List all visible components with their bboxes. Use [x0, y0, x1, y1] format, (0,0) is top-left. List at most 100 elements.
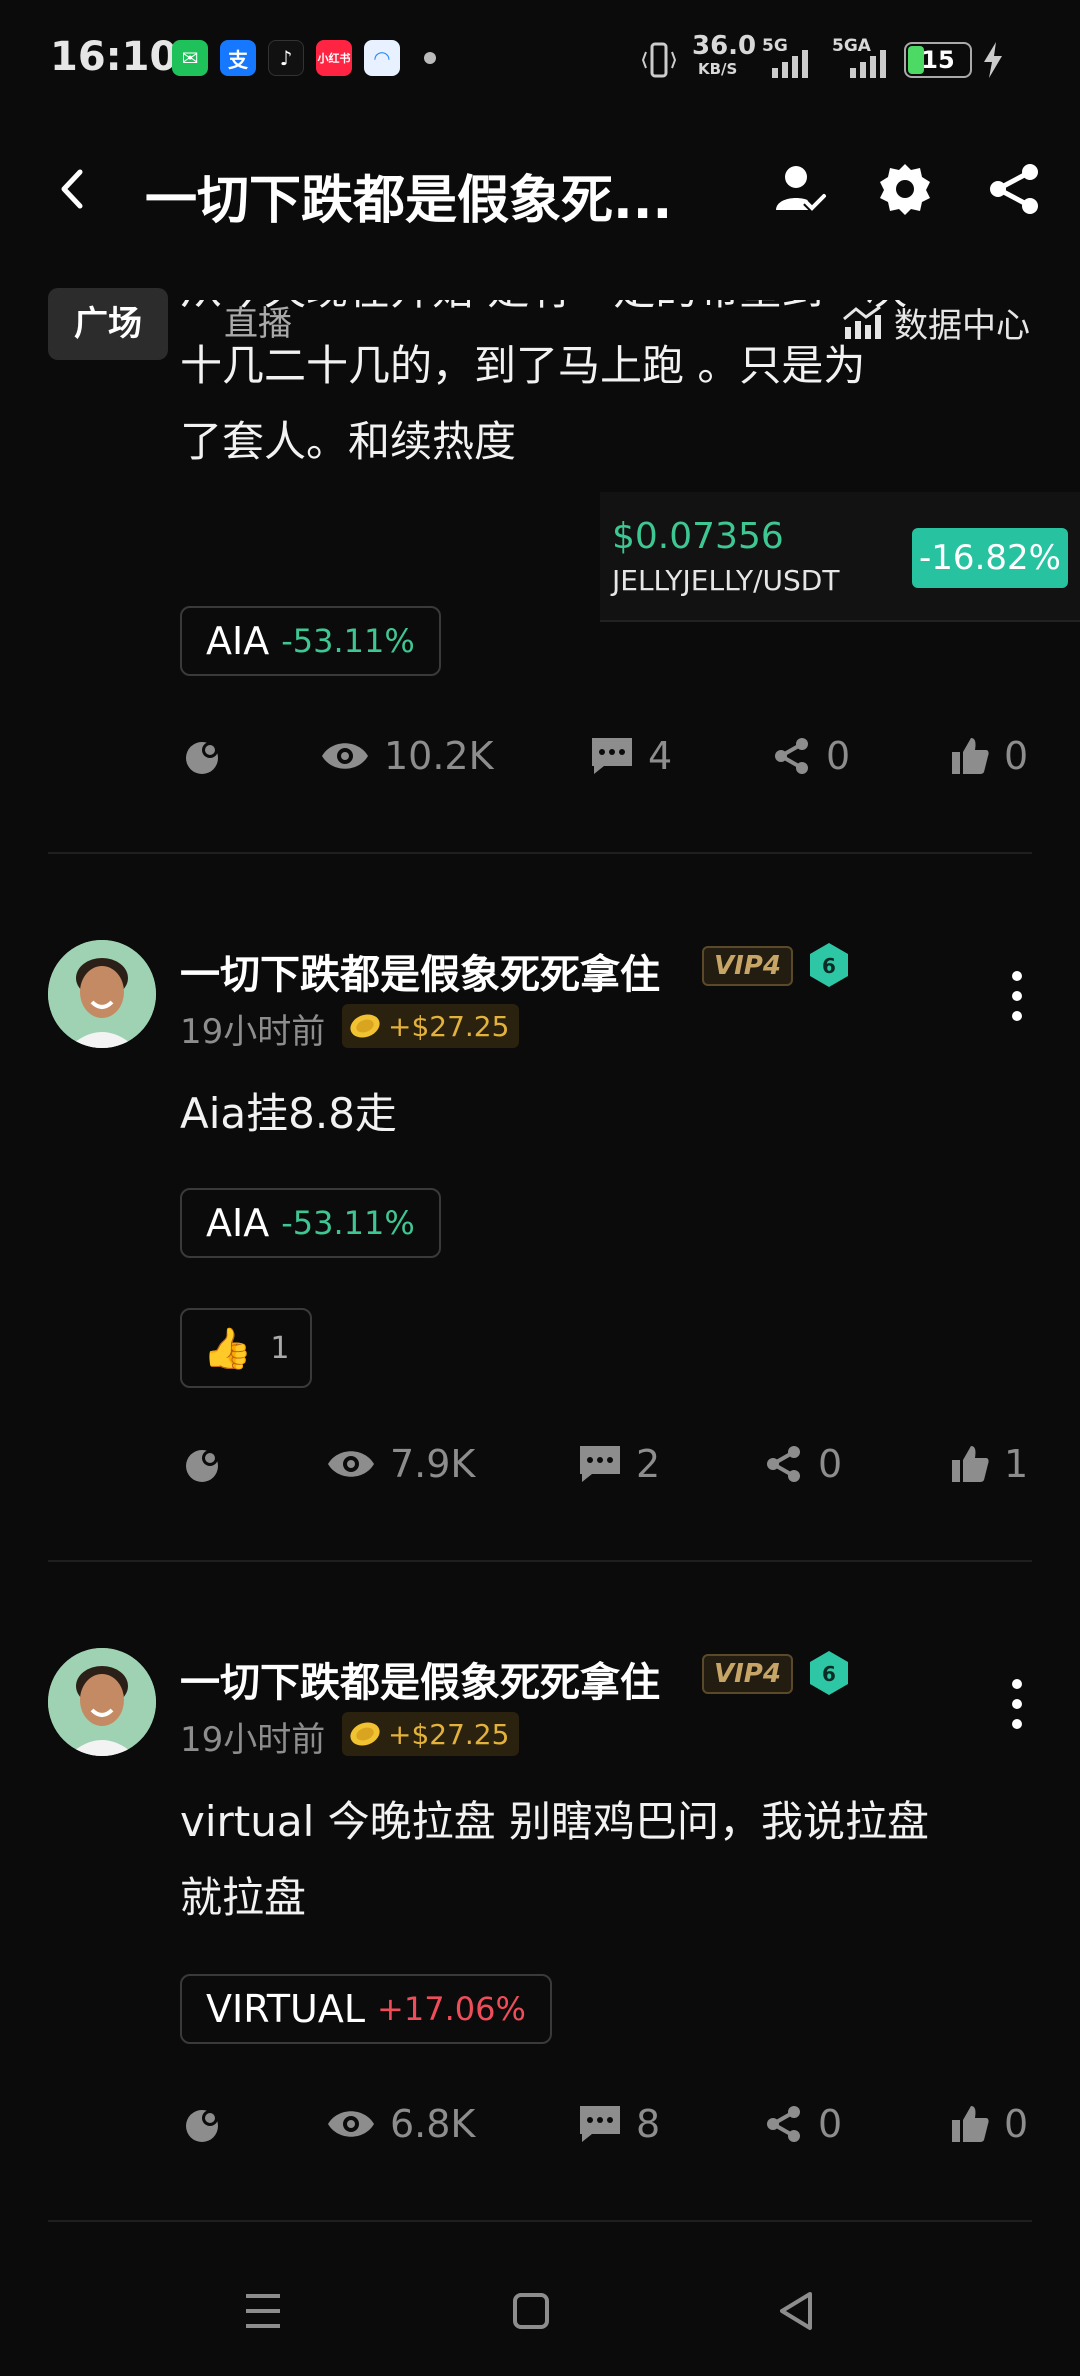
notification-dot-icon: [424, 52, 436, 64]
post-time: 19小时前: [180, 1720, 326, 1760]
earnings-value: +$27.25: [388, 1009, 510, 1043]
views-value: 6.8K: [390, 2102, 476, 2146]
share-icon: [767, 1446, 800, 1482]
views-count: 6.8K: [326, 2094, 475, 2154]
repost-icon: [186, 1450, 218, 1482]
token-chip[interactable]: AIA -53.11%: [180, 1188, 441, 1258]
likes-value: 1: [1004, 1442, 1029, 1486]
level-badge-icon: 6: [810, 1651, 848, 1695]
status-bar: 16:10 ✉ 支 ♪ 小红书 ◠ 36.0 KB/S 5G 5GA 15: [0, 0, 1080, 120]
token-symbol: VIRTUAL: [206, 1987, 366, 2031]
like-button[interactable]: 0: [950, 2094, 1028, 2154]
tab-bar: 广场 直播 数据中心: [0, 288, 1080, 362]
menu-icon[interactable]: [238, 2286, 288, 2336]
page-header: 一切下跌都是假象死...: [0, 140, 1080, 240]
share-icon: [775, 738, 808, 774]
page-title: 一切下跌都是假象死...: [145, 171, 673, 231]
ticker-pair: JELLYJELLY/USDT: [612, 564, 840, 597]
share-post-button[interactable]: 0: [764, 2094, 842, 2154]
settings-icon[interactable]: [876, 160, 934, 218]
avatar[interactable]: [48, 1648, 156, 1756]
views-count: 10.2K: [320, 726, 494, 786]
more-options-icon[interactable]: [1002, 966, 1032, 1026]
ticker-price: $0.07356: [612, 516, 784, 557]
comment-button[interactable]: 8: [578, 2094, 660, 2154]
repost-button[interactable]: [182, 2094, 226, 2154]
tab-live[interactable]: 直播: [198, 288, 318, 360]
thumbs-up-emoji-icon: 👍: [202, 1325, 253, 1372]
avatar-face-icon: [48, 1648, 156, 1756]
thumbs-up-icon: [952, 1446, 989, 1482]
system-nav-bar: [0, 2250, 1080, 2376]
reaction-chip[interactable]: 👍 1: [180, 1308, 312, 1388]
likes-value: 0: [1004, 734, 1029, 778]
like-button[interactable]: 0: [950, 726, 1028, 786]
chart-icon: [843, 305, 881, 339]
signal-icon: [772, 50, 808, 78]
data-center-button[interactable]: 数据中心: [842, 298, 1030, 347]
share-post-button[interactable]: 0: [772, 726, 850, 786]
post-3-line-1: virtual 今晚拉盘 别瞎鸡巴问，我说拉盘: [180, 1797, 929, 1846]
earnings-badge: +$27.25: [342, 1004, 520, 1048]
avatar-face-icon: [48, 940, 156, 1048]
post-3-stats: 6.8K 8 0 0: [0, 2094, 1080, 2154]
avatar[interactable]: [48, 940, 156, 1048]
home-icon[interactable]: [506, 2286, 556, 2336]
data-center-label: 数据中心: [894, 306, 1030, 346]
comment-icon: [580, 1446, 620, 1482]
more-options-icon[interactable]: [1002, 1674, 1032, 1734]
browser-icon: ◠: [364, 40, 400, 76]
ticker-popup[interactable]: $0.07356 JELLYJELLY/USDT -16.82%: [600, 492, 1080, 622]
token-chip[interactable]: AIA -53.11%: [180, 606, 441, 676]
shares-value: 0: [818, 1442, 843, 1486]
share-post-button[interactable]: 0: [764, 1434, 842, 1494]
status-time: 16:10: [50, 34, 178, 80]
views-value: 7.9K: [390, 1442, 476, 1486]
post-divider: [48, 852, 1032, 854]
eye-icon: [322, 743, 368, 769]
share-icon[interactable]: [986, 160, 1044, 218]
ticker-change-badge: -16.82%: [912, 528, 1068, 588]
net-speed: 36.0: [692, 31, 757, 61]
wechat-icon: ✉: [172, 40, 208, 76]
token-change: -53.11%: [281, 1204, 415, 1242]
coin-icon: [350, 1014, 380, 1038]
comments-value: 4: [648, 734, 673, 778]
comment-icon: [592, 738, 632, 774]
earnings-value: +$27.25: [388, 1717, 510, 1751]
token-chip[interactable]: VIRTUAL +17.06%: [180, 1974, 552, 2044]
tiktok-icon: ♪: [268, 40, 304, 76]
back-nav-icon[interactable]: [772, 2286, 822, 2336]
repost-button[interactable]: [182, 726, 226, 786]
back-icon[interactable]: [46, 162, 100, 216]
repost-button[interactable]: [182, 1434, 226, 1494]
vip-badge: VIP4: [702, 1654, 793, 1694]
post-2-content[interactable]: Aia挂8.8走: [180, 1076, 1040, 1152]
level-value: 6: [822, 954, 836, 978]
author-name[interactable]: 一切下跌都是假象死死拿住: [180, 942, 660, 1000]
views-value: 10.2K: [384, 734, 494, 778]
post-3-line-2: 就拉盘: [180, 1873, 307, 1922]
repost-icon: [186, 742, 218, 774]
comments-value: 2: [636, 1442, 661, 1486]
author-name[interactable]: 一切下跌都是假象死死拿住: [180, 1650, 660, 1708]
user-follow-icon[interactable]: [770, 160, 828, 218]
comment-button[interactable]: 2: [578, 1434, 660, 1494]
shares-value: 0: [818, 2102, 843, 2146]
like-button[interactable]: 1: [950, 1434, 1028, 1494]
reaction-count: 1: [270, 1330, 290, 1366]
post-2-line-1: Aia挂8.8走: [180, 1089, 397, 1138]
charging-icon: [984, 42, 1002, 78]
token-change: -53.11%: [281, 622, 415, 660]
net-speed-unit: KB/S: [698, 60, 738, 78]
repost-icon: [186, 2110, 218, 2142]
post-3-content[interactable]: virtual 今晚拉盘 别瞎鸡巴问，我说拉盘 就拉盘: [180, 1784, 1040, 1936]
thumbs-up-icon: [952, 738, 989, 774]
thumbs-up-icon: [952, 2106, 989, 2142]
tab-square[interactable]: 广场: [48, 288, 168, 360]
coin-icon: [350, 1722, 380, 1746]
vibrate-icon: [642, 42, 676, 78]
vip-badge: VIP4: [702, 946, 793, 986]
shares-value: 0: [826, 734, 851, 778]
comment-button[interactable]: 4: [590, 726, 672, 786]
